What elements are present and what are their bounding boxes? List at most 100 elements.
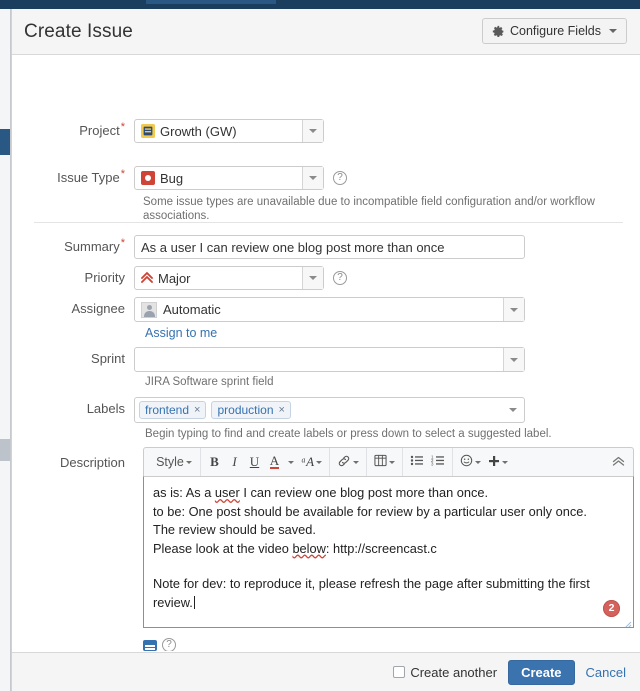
configure-fields-button[interactable]: Configure Fields — [481, 18, 627, 44]
required-indicator: * — [120, 236, 125, 249]
create-button[interactable]: Create — [508, 659, 575, 685]
summary-input[interactable] — [134, 235, 525, 259]
chevron-down-icon — [475, 460, 482, 464]
numbered-list-icon: 1 2 3 — [431, 454, 445, 470]
preview-icon[interactable] — [143, 639, 157, 651]
labels-description: Begin typing to find and create labels o… — [145, 428, 552, 440]
field-row-sprint: Sprint — [12, 347, 640, 372]
sprint-select[interactable] — [134, 347, 525, 372]
issue-type-dropdown-arrow[interactable] — [302, 167, 323, 189]
priority-label: Priority — [84, 270, 125, 285]
page-left-rail — [0, 9, 11, 691]
label-chip-remove-icon[interactable]: × — [279, 404, 285, 416]
chevron-down-icon — [353, 460, 360, 464]
project-avatar-icon — [141, 124, 160, 138]
issue-type-label: Issue Type* — [57, 167, 125, 185]
status-badge[interactable]: 2 — [603, 600, 620, 617]
emoji-button[interactable] — [457, 452, 484, 473]
chevron-down-icon — [502, 460, 509, 464]
label-chip[interactable]: production × — [211, 401, 291, 419]
priority-major-icon — [141, 271, 158, 285]
required-indicator: * — [120, 167, 125, 180]
table-button[interactable] — [371, 452, 398, 473]
chevron-down-icon — [316, 460, 323, 464]
field-row-labels: Labels frontend × production × — [12, 397, 640, 423]
text-caret — [193, 595, 195, 609]
issue-type-help-icon[interactable]: ? — [333, 171, 347, 185]
create-another-checkbox[interactable] — [393, 666, 406, 678]
field-row-project: Project* Growth (GW) — [12, 119, 640, 143]
create-another-label: Create another — [410, 664, 498, 680]
description-help-icon[interactable]: ? — [162, 638, 176, 651]
chevron-down-icon — [185, 460, 192, 464]
underline-button[interactable]: U — [245, 452, 264, 473]
priority-value: Major — [158, 270, 191, 286]
project-dropdown-arrow[interactable] — [302, 120, 323, 142]
labels-input[interactable]: frontend × production × — [134, 397, 525, 423]
toolbar-group-link — [330, 448, 368, 476]
chevron-up-icon — [612, 455, 625, 470]
italic-button[interactable]: I — [225, 452, 244, 473]
field-row-assignee: Assignee Automatic — [12, 297, 640, 322]
assignee-dropdown-arrow[interactable] — [503, 298, 524, 321]
sprint-description: JIRA Software sprint field — [145, 376, 274, 388]
dialog-body: Project* Growth (GW) Issue Type* Bug ? S… — [12, 55, 640, 651]
priority-help-icon[interactable]: ? — [333, 271, 347, 285]
label-chip-text: production — [217, 403, 274, 417]
description-line: to be: One post should be available for … — [153, 503, 587, 519]
label-chip-text: frontend — [145, 403, 190, 417]
insert-button[interactable] — [485, 452, 511, 473]
toolbar-group-insert — [453, 448, 515, 476]
toolbar-group-style: Style — [148, 448, 201, 476]
create-another-checkbox-row[interactable]: Create another — [393, 665, 497, 680]
numbered-list-button[interactable]: 1 2 3 — [428, 452, 448, 473]
left-rail-accent — [0, 129, 10, 155]
field-row-summary: Summary* — [12, 235, 640, 259]
svg-text:3: 3 — [431, 462, 434, 467]
priority-select[interactable]: Major — [134, 266, 324, 290]
configure-fields-label: Configure Fields — [509, 24, 601, 38]
style-label: Style — [156, 455, 184, 469]
priority-dropdown-arrow[interactable] — [302, 267, 323, 289]
field-row-priority: Priority Major ? — [12, 266, 640, 290]
description-line: The review should be saved. — [153, 522, 316, 537]
bullet-list-icon — [410, 454, 424, 470]
required-indicator: * — [120, 120, 125, 133]
left-rail-accent-secondary — [0, 439, 10, 461]
table-icon — [374, 454, 387, 470]
description-editor: Style B I U A ᵃA 1 2 3 as is: As a user … — [143, 447, 634, 628]
assignee-select[interactable]: Automatic — [134, 297, 525, 322]
collapse-toolbar-button[interactable] — [612, 455, 625, 470]
issue-type-description: Some issue types are unavailable due to … — [143, 196, 595, 222]
text-color-button[interactable]: A — [265, 452, 284, 473]
description-line: Note for dev: to reproduce it, please re… — [153, 576, 590, 610]
style-dropdown-button[interactable]: Style — [152, 452, 196, 473]
text-style-button[interactable]: ᵃA — [298, 452, 325, 473]
link-icon — [337, 454, 351, 471]
label-chip[interactable]: frontend × — [139, 401, 207, 419]
label-chip-remove-icon[interactable]: × — [194, 404, 200, 416]
description-textarea[interactable]: as is: As a user I can review one blog p… — [143, 476, 634, 628]
emoji-icon — [460, 454, 473, 470]
assignee-label: Assignee — [71, 301, 125, 316]
chevron-down-icon — [609, 29, 617, 33]
bold-button[interactable]: B — [205, 452, 224, 473]
project-select[interactable]: Growth (GW) — [134, 119, 324, 143]
text-color-dropdown-button[interactable] — [285, 452, 297, 473]
cancel-button[interactable]: Cancel — [586, 665, 626, 680]
bullet-list-button[interactable] — [407, 452, 427, 473]
resize-handle[interactable] — [622, 616, 632, 627]
issue-type-select[interactable]: Bug — [134, 166, 324, 190]
issue-type-value: Bug — [160, 170, 184, 186]
project-value: Growth (GW) — [160, 123, 237, 139]
description-label: Description — [59, 455, 125, 470]
project-label: Project* — [79, 120, 125, 138]
assignee-value: Automatic — [163, 302, 221, 317]
labels-dropdown-arrow[interactable] — [509, 408, 517, 412]
link-button[interactable] — [334, 452, 362, 473]
sprint-dropdown-arrow[interactable] — [503, 348, 524, 371]
navbar-active-tab — [146, 0, 276, 4]
field-row-issue-type: Issue Type* Bug ? — [12, 166, 640, 190]
assign-to-me-link[interactable]: Assign to me — [145, 326, 217, 340]
